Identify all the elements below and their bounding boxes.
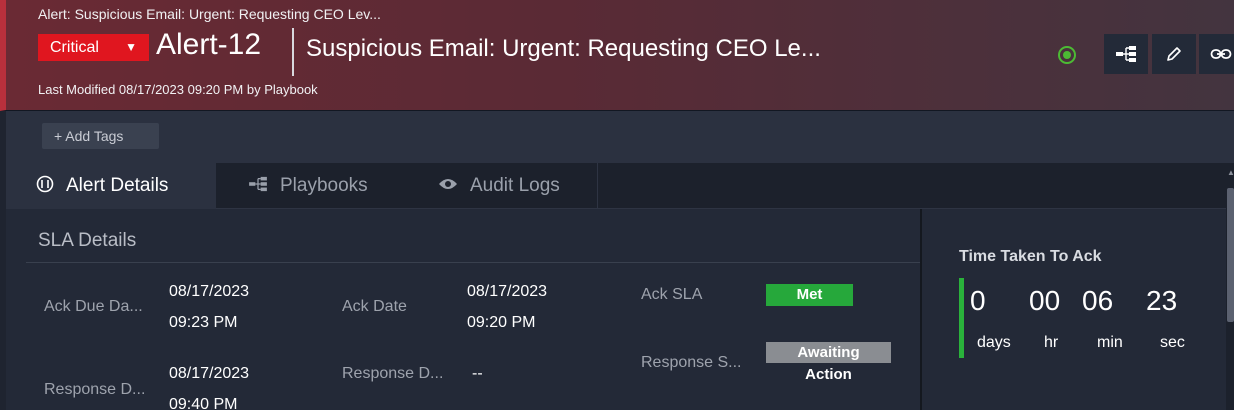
title-divider	[292, 28, 294, 76]
status-badge: Met	[766, 284, 853, 306]
time-to-ack-panel: Time Taken To Ack 0 00 06 23 days hr min…	[922, 209, 1226, 410]
status-icon	[1058, 46, 1076, 64]
ack-due-date-value: 08/17/2023	[169, 283, 250, 300]
ack-time-value: 09:20 PM	[467, 314, 536, 331]
caret-down-icon: ▼	[125, 40, 137, 54]
days-label: days	[977, 334, 1011, 351]
breadcrumb: Alert: Suspicious Email: Urgent: Request…	[38, 6, 381, 22]
link-icon	[1210, 49, 1232, 59]
accent-bar	[959, 278, 964, 358]
ack-due-time-value: 09:23 PM	[169, 314, 238, 331]
hours-value: 00	[1029, 285, 1061, 316]
playbook-tree-icon	[248, 176, 268, 197]
sla-details-panel: SLA Details Ack Due Da... 08/17/2023 09:…	[6, 209, 922, 410]
severity-label: Critical	[50, 39, 99, 56]
tab-bar: Alert Details Playbooks Audit Logs	[6, 163, 1234, 209]
alert-id: Alert-12	[156, 28, 262, 61]
copy-link-button[interactable]	[1199, 34, 1234, 74]
days-value: 0	[970, 285, 986, 316]
ack-due-date-label: Ack Due Da...	[44, 298, 143, 315]
ack-date-value: 08/17/2023	[467, 283, 548, 300]
seconds-value: 23	[1146, 285, 1178, 316]
alert-icon	[36, 175, 54, 198]
alert-title: Suspicious Email: Urgent: Requesting CEO…	[306, 35, 821, 62]
section-title: SLA Details	[38, 230, 137, 251]
time-to-ack-title: Time Taken To Ack	[959, 248, 1102, 265]
status-badge-continued: Action	[805, 366, 852, 383]
playbook-button[interactable]	[1104, 34, 1148, 74]
eye-icon	[438, 177, 458, 196]
tab-label: Audit Logs	[470, 175, 560, 196]
edit-button[interactable]	[1152, 34, 1196, 74]
tab-playbooks[interactable]: Playbooks	[216, 163, 406, 209]
playbook-tree-icon	[1116, 46, 1136, 62]
alert-header: Alert: Suspicious Email: Urgent: Request…	[0, 0, 1234, 111]
add-tags-button[interactable]: + Add Tags	[42, 123, 159, 149]
scroll-up-icon[interactable]: ▲	[1227, 168, 1234, 177]
scrollbar-thumb[interactable]	[1227, 188, 1234, 322]
hours-label: hr	[1044, 334, 1059, 351]
minutes-value: 06	[1082, 285, 1114, 316]
minutes-label: min	[1097, 334, 1123, 351]
tab-alert-details[interactable]: Alert Details	[6, 163, 216, 209]
tab-audit-logs[interactable]: Audit Logs	[406, 163, 598, 209]
severity-dropdown[interactable]: Critical ▼	[38, 34, 149, 61]
response-date-value: --	[472, 365, 483, 382]
ack-sla-label: Ack SLA	[641, 286, 703, 303]
status-badge: Awaiting	[766, 342, 891, 363]
tab-label: Alert Details	[66, 175, 169, 196]
response-sla-label: Response S...	[641, 354, 742, 371]
tab-label: Playbooks	[280, 175, 368, 196]
pencil-icon	[1167, 47, 1181, 61]
response-due-date-value: 08/17/2023	[169, 365, 250, 382]
last-modified: Last Modified 08/17/2023 09:20 PM by Pla…	[38, 82, 318, 97]
seconds-label: sec	[1160, 334, 1185, 351]
response-due-time-value: 09:40 PM	[169, 396, 238, 410]
response-due-date-label: Response D...	[44, 381, 146, 398]
ack-date-label: Ack Date	[342, 298, 407, 315]
tags-bar: + Add Tags	[6, 111, 1234, 163]
response-date-label: Response D...	[342, 365, 444, 382]
section-divider	[26, 262, 920, 263]
